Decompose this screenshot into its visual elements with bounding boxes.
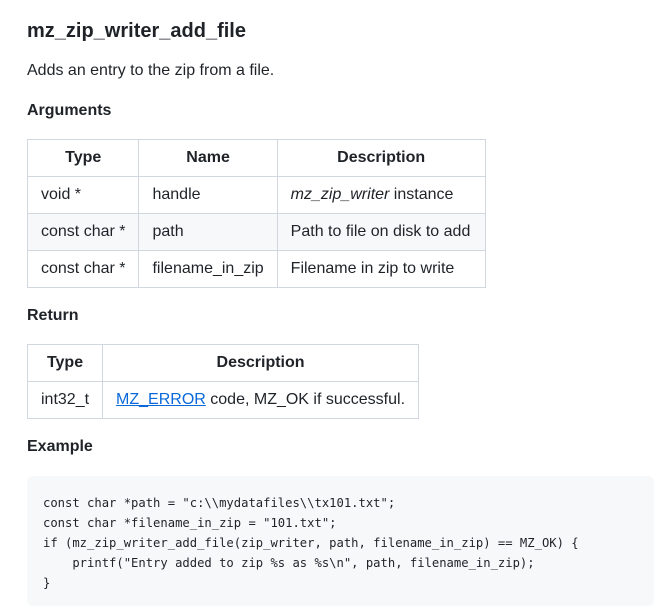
return-table: Type Description int32_t MZ_ERROR code, … (26, 344, 420, 419)
column-header-type: Type (26, 344, 104, 382)
column-header-name: Name (138, 139, 278, 177)
return-type-cell: int32_t (26, 381, 104, 419)
table-row: const char * filename_in_zip Filename in… (26, 250, 486, 288)
arg-name-cell: filename_in_zip (138, 250, 278, 288)
arguments-table: Type Name Description void * handle mz_z… (26, 139, 486, 288)
arg-description-text: instance (389, 186, 454, 203)
arg-description-cell: Filename in zip to write (276, 250, 486, 288)
function-description: Adds an entry to the zip from a file. (27, 62, 275, 79)
arg-name-cell: handle (138, 176, 278, 214)
table-row: const char * path Path to file on disk t… (26, 213, 486, 251)
arg-name-cell: path (138, 213, 278, 251)
arg-description-cell: mz_zip_writer instance (276, 176, 486, 214)
table-row: int32_t MZ_ERROR code, MZ_OK if successf… (26, 381, 420, 419)
table-row: void * handle mz_zip_writer instance (26, 176, 486, 214)
arg-type-cell: const char * (26, 250, 140, 288)
arg-type-cell: void * (26, 176, 140, 214)
table-header-row: Type Name Description (26, 139, 486, 177)
arg-description-italic: mz_zip_writer (290, 186, 390, 203)
return-heading: Return (27, 307, 79, 324)
column-header-description: Description (276, 139, 486, 177)
column-header-type: Type (26, 139, 140, 177)
mz-error-link[interactable]: MZ_ERROR (116, 391, 206, 408)
arg-type-cell: const char * (26, 213, 140, 251)
return-description-text: code, MZ_OK if successful. (205, 391, 406, 408)
arguments-heading: Arguments (27, 102, 112, 119)
page-title: mz_zip_writer_add_file (27, 20, 246, 42)
arg-description-cell: Path to file on disk to add (276, 213, 486, 251)
column-header-description: Description (102, 344, 420, 382)
return-description-cell: MZ_ERROR code, MZ_OK if successful. (102, 381, 420, 419)
code-content: const char *path = "c:\\mydatafiles\\tx1… (43, 496, 579, 590)
code-block: const char *path = "c:\\mydatafiles\\tx1… (27, 476, 654, 606)
table-header-row: Type Description (26, 344, 420, 382)
example-heading: Example (27, 438, 93, 455)
